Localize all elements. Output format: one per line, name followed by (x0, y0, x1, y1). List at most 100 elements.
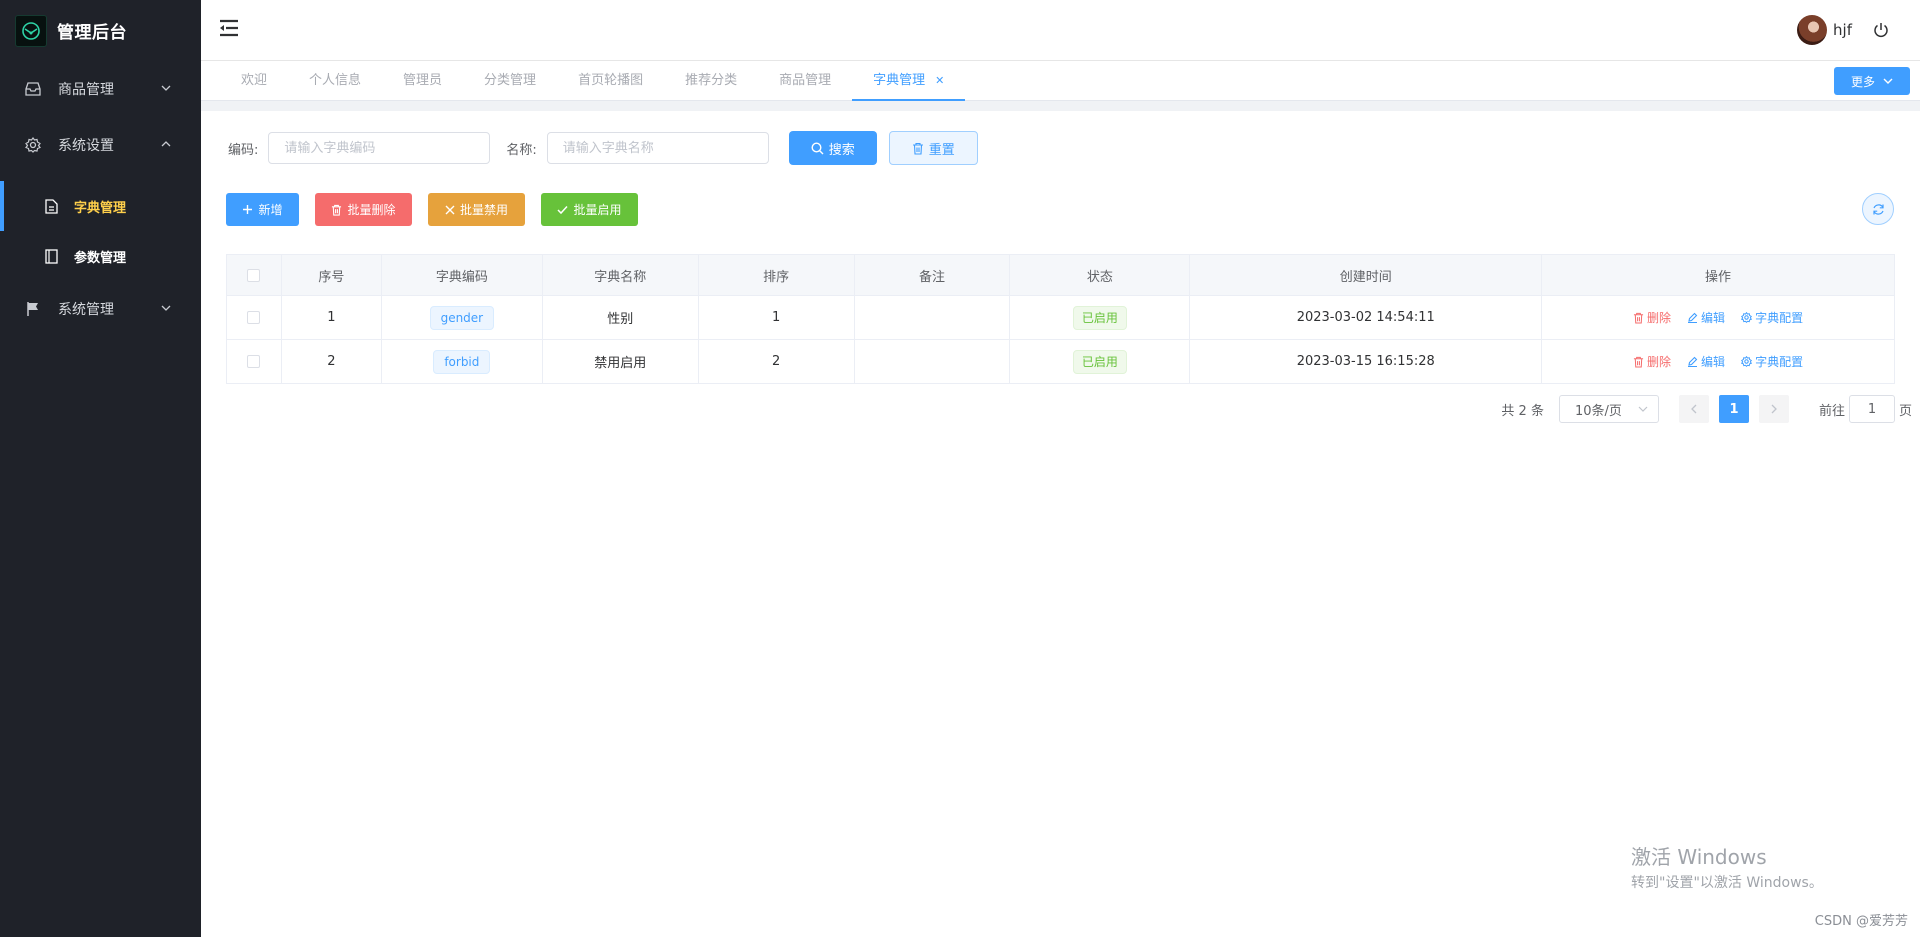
tab-label: 字典管理 (873, 73, 926, 88)
flag-icon (24, 300, 42, 318)
dictionary-config-link[interactable]: 字典配置 (1741, 309, 1803, 326)
refresh-button[interactable] (1862, 193, 1894, 225)
cell-status: 已启用 (1009, 295, 1191, 340)
chevron-down-icon (1638, 406, 1648, 412)
cell-status: 已启用 (1009, 339, 1191, 384)
name-input[interactable] (546, 132, 769, 164)
table-header-row: 序号 字典编码 字典名称 排序 备注 状态 创建时间 操作 (226, 254, 1895, 296)
sidebar-item-dictionary[interactable]: 字典管理 (0, 181, 201, 231)
add-button[interactable]: 新增 (226, 193, 299, 226)
cell-index: 2 (280, 339, 382, 384)
chevron-up-icon (161, 141, 171, 147)
top-header: hjf (201, 0, 1920, 61)
select-cell (226, 295, 282, 340)
close-tab-icon[interactable]: ✕ (935, 74, 944, 87)
csdn-watermark: CSDN @爱芳芳 (1814, 914, 1908, 929)
column-header: 排序 (697, 254, 855, 296)
main-content: 编码: 名称: 搜索 重置 新增 批量删除 批量禁用 批量启用 (206, 111, 1920, 937)
sidebar-item-parameters[interactable]: 参数管理 (0, 231, 201, 281)
pagination: 共 2 条 10条/页 1 前往 页 (1501, 395, 1912, 423)
document-icon (43, 198, 59, 214)
page-number-current[interactable]: 1 (1718, 395, 1749, 423)
column-header: 备注 (853, 254, 1011, 296)
logo-row[interactable]: 管理后台 (0, 0, 201, 61)
chevron-left-icon (1691, 404, 1697, 414)
collapse-menu-icon[interactable] (219, 19, 239, 37)
row-checkbox[interactable] (247, 355, 261, 368)
column-header: 字典名称 (541, 254, 699, 296)
delete-label: 删除 (1647, 355, 1672, 369)
dictionary-table: 序号 字典编码 字典名称 排序 备注 状态 创建时间 操作 1 gender 性别 1… (226, 254, 1895, 384)
delete-link[interactable]: 删除 (1633, 353, 1671, 370)
table-row: 1 gender 性别 1 已启用 2023-03-02 14:54:11 删除 编辑 字典配置 (226, 295, 1895, 340)
cell-ops: 删除 编辑 字典配置 (1541, 295, 1895, 340)
tab-item[interactable]: 首页轮播图 (557, 61, 664, 101)
tab-item[interactable]: 字典管理 ✕ (852, 61, 966, 101)
select-all-checkbox[interactable] (247, 268, 261, 282)
batch-delete-label: 批量删除 (347, 203, 396, 217)
chevron-down-icon (1883, 78, 1893, 84)
prev-page-button[interactable] (1678, 395, 1709, 423)
gear-icon (1741, 312, 1753, 323)
table-row: 2 forbid 禁用启用 2 已启用 2023-03-15 16:15:28 删除 编辑 字典… (226, 339, 1895, 384)
column-header: 状态 (1009, 254, 1191, 296)
tab-item[interactable]: 商品管理 (758, 61, 852, 101)
goto-prefix: 前往 (1818, 403, 1845, 419)
search-label: 搜索 (828, 142, 855, 158)
batch-disable-label: 批量禁用 (459, 203, 508, 217)
cell-sort: 1 (697, 295, 855, 340)
search-button[interactable]: 搜索 (788, 131, 877, 165)
row-operations: 删除 编辑 字典配置 (1542, 353, 1894, 370)
batch-disable-button[interactable]: 批量禁用 (428, 193, 525, 226)
menu-item-system-settings[interactable]: 系统设置 (0, 117, 201, 173)
delete-link[interactable]: 删除 (1633, 309, 1671, 326)
tab-label: 商品管理 (779, 73, 832, 88)
status-badge: 已启用 (1072, 349, 1127, 374)
edit-label: 编辑 (1701, 311, 1726, 325)
dictionary-config-link[interactable]: 字典配置 (1741, 353, 1803, 370)
cell-index: 1 (280, 295, 382, 340)
cell-code: forbid (380, 339, 543, 384)
edit-icon (1688, 312, 1698, 323)
cell-remark (853, 339, 1011, 384)
avatar[interactable] (1797, 15, 1828, 45)
menu-item-system-management[interactable]: 系统管理 (0, 281, 201, 337)
gear-icon (1741, 356, 1753, 367)
tab-label: 欢迎 (241, 73, 268, 88)
page-size-select[interactable]: 10条/页 (1558, 395, 1659, 423)
add-label: 新增 (258, 203, 283, 217)
next-page-button[interactable] (1758, 395, 1789, 423)
row-checkbox[interactable] (247, 311, 261, 324)
row-operations: 删除 编辑 字典配置 (1542, 309, 1894, 326)
batch-enable-button[interactable]: 批量启用 (541, 193, 638, 226)
menu-item-goods[interactable]: 商品管理 (0, 61, 201, 117)
user-area: hjf (1797, 15, 1890, 45)
sidebar: 管理后台 商品管理 系统设置 字典管理 参数管理 系统管理 (0, 0, 201, 937)
tab-item[interactable]: 管理员 (382, 61, 463, 101)
tab-item[interactable]: 推荐分类 (664, 61, 758, 101)
column-header: 字典编码 (380, 254, 543, 296)
tab-label: 首页轮播图 (578, 73, 644, 88)
status-badge: 已启用 (1072, 305, 1127, 330)
edit-link[interactable]: 编辑 (1687, 309, 1725, 326)
goto-suffix: 页 (1898, 403, 1912, 419)
reset-button[interactable]: 重置 (888, 131, 978, 165)
menu-item-label: 系统管理 (58, 302, 114, 318)
goto-page-input[interactable] (1848, 395, 1895, 423)
more-button[interactable]: 更多 (1834, 67, 1910, 95)
tab-item[interactable]: 分类管理 (463, 61, 557, 101)
code-input[interactable] (268, 132, 491, 164)
batch-delete-button[interactable]: 批量删除 (315, 193, 412, 226)
sidebar-item-label: 参数管理 (74, 250, 127, 266)
tab-item[interactable]: 欢迎 (220, 61, 288, 101)
cell-created: 2023-03-15 16:15:28 (1189, 339, 1543, 384)
refresh-icon (1872, 203, 1884, 215)
reset-label: 重置 (928, 142, 955, 158)
username[interactable]: hjf (1833, 21, 1852, 39)
cell-ops: 删除 编辑 字典配置 (1541, 339, 1895, 384)
cell-name: 性别 (541, 295, 699, 340)
edit-link[interactable]: 编辑 (1687, 353, 1725, 370)
power-icon[interactable] (1872, 21, 1890, 39)
chevron-right-icon (1771, 404, 1777, 414)
tab-item[interactable]: 个人信息 (288, 61, 382, 101)
